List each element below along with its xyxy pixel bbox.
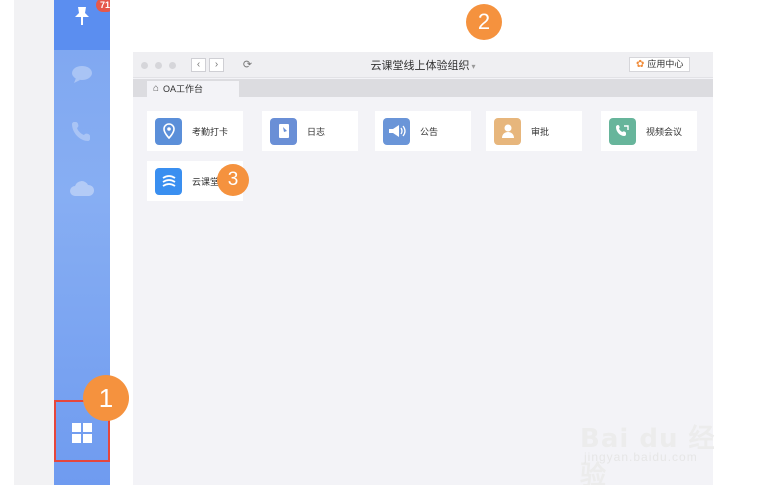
app-tile-approval[interactable]: 审批	[486, 111, 582, 151]
org-name: 云课堂线上体验组织	[370, 60, 470, 72]
step-marker-1: 1	[83, 375, 129, 421]
location-pin-icon	[155, 117, 182, 145]
screenshot-stage: 71 ‹ › ⟳ 云课堂线上体验组织 ▾ ✿ 应用中心 ⌂ OA工作台 考勤打卡…	[0, 0, 757, 485]
tab-oa-workbench[interactable]: ⌂ OA工作台	[147, 81, 239, 97]
step-marker-3: 3	[217, 164, 249, 196]
pin-icon[interactable]: 71	[68, 0, 114, 30]
app-label: 云课堂	[192, 176, 220, 187]
megaphone-icon	[383, 117, 410, 145]
tab-bar: ⌂ OA工作台	[133, 79, 713, 97]
watermark-url: jingyan.baidu.com	[584, 450, 698, 464]
home-icon: ⌂	[153, 83, 160, 94]
chevron-down-icon: ▾	[471, 62, 476, 71]
window-title[interactable]: 云课堂线上体验组织 ▾	[133, 57, 713, 73]
apps-grid-icon[interactable]	[68, 419, 96, 447]
app-tile-log[interactable]: 日志	[262, 111, 358, 151]
phone-icon[interactable]	[68, 117, 96, 145]
cloud-icon[interactable]	[68, 174, 96, 202]
app-center-icon: ✿	[636, 59, 645, 70]
app-label: 公告	[420, 126, 439, 137]
app-label: 日志	[307, 126, 326, 137]
tab-label: OA工作台	[163, 84, 204, 94]
app-tile-attendance[interactable]: 考勤打卡	[147, 111, 243, 151]
baidu-jingyan-watermark: Bai du 经验 jingyan.baidu.com	[580, 400, 740, 485]
app-label: 视频会议	[646, 126, 683, 137]
step-marker-2: 2	[466, 4, 502, 40]
app-center-button[interactable]: ✿ 应用中心	[629, 57, 691, 72]
app-label: 考勤打卡	[192, 126, 229, 137]
app-center-label: 应用中心	[647, 59, 684, 69]
cloud-classroom-icon	[155, 167, 182, 195]
left-gutter	[0, 0, 54, 485]
app-tile-video-meeting[interactable]: 视频会议	[601, 111, 697, 151]
notebook-icon	[270, 117, 297, 145]
video-call-icon	[609, 117, 636, 145]
app-tile-announcement[interactable]: 公告	[375, 111, 471, 151]
chat-icon[interactable]	[68, 60, 96, 88]
app-label: 审批	[531, 126, 550, 137]
titlebar: ‹ › ⟳ 云课堂线上体验组织 ▾ ✿ 应用中心	[133, 52, 713, 78]
person-icon	[494, 117, 521, 145]
